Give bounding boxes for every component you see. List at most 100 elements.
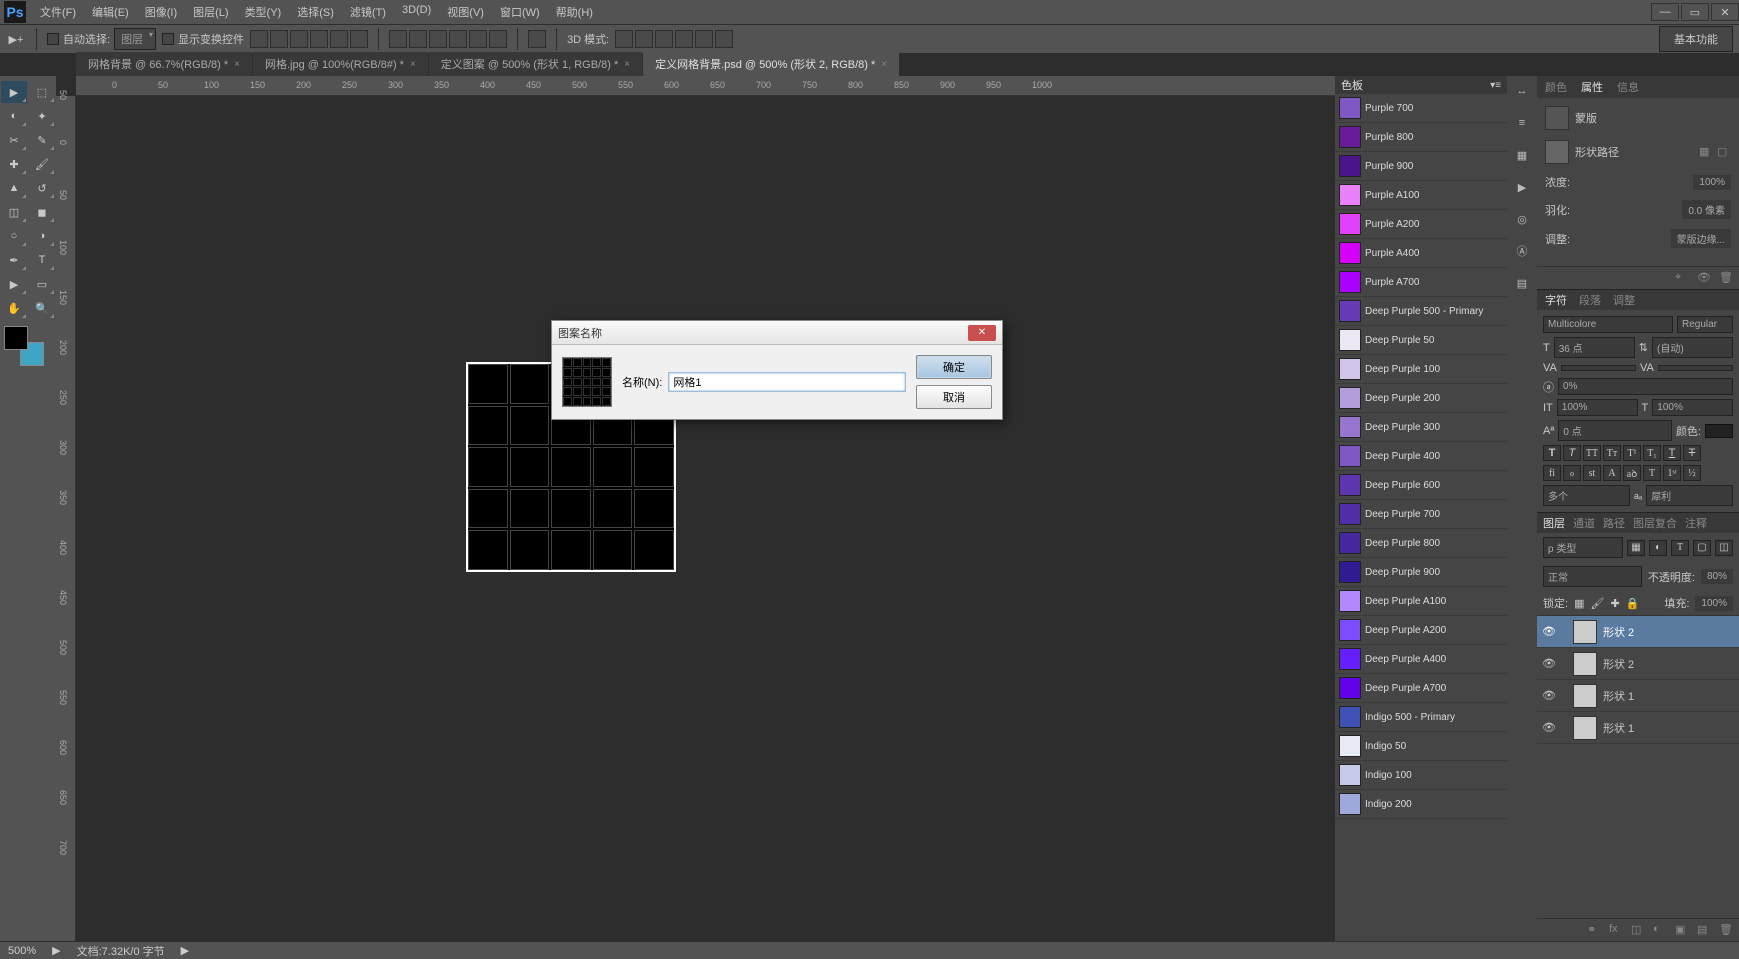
- new-layer-icon[interactable]: ▤: [1697, 923, 1711, 937]
- menu-item[interactable]: 选择(S): [289, 0, 342, 24]
- styles-icon[interactable]: ▦: [1513, 146, 1531, 164]
- align-icon[interactable]: [270, 30, 288, 48]
- close-icon[interactable]: ×: [881, 59, 887, 70]
- kerning[interactable]: [1561, 365, 1636, 371]
- maximize-button[interactable]: ▭: [1681, 3, 1709, 21]
- close-icon[interactable]: ×: [624, 59, 630, 70]
- ot-fi[interactable]: fi: [1543, 465, 1561, 481]
- underline-button[interactable]: T: [1663, 445, 1681, 461]
- zoom-level[interactable]: 500%: [8, 945, 36, 957]
- layer-row[interactable]: 👁形状 2: [1537, 616, 1739, 648]
- distribute-icon[interactable]: [449, 30, 467, 48]
- compass-icon[interactable]: ◎: [1513, 210, 1531, 228]
- artboard-tool[interactable]: ⬚: [29, 81, 55, 103]
- hscale[interactable]: 100%: [1652, 399, 1733, 416]
- text-color[interactable]: [1705, 424, 1733, 438]
- menu-item[interactable]: 图层(L): [185, 0, 236, 24]
- distribute-icon[interactable]: [389, 30, 407, 48]
- current-tool-icon[interactable]: ▶+: [6, 29, 26, 49]
- swatch-list[interactable]: Purple 700Purple 800Purple 900Purple A10…: [1335, 94, 1507, 941]
- swatch-row[interactable]: Purple A400: [1335, 239, 1507, 268]
- 3d-icon[interactable]: [655, 30, 673, 48]
- strike-button[interactable]: T: [1683, 445, 1701, 461]
- foreground-color[interactable]: [4, 326, 28, 350]
- cancel-button[interactable]: 取消: [916, 385, 992, 409]
- swatch-row[interactable]: Purple 800: [1335, 123, 1507, 152]
- ot-1st[interactable]: 1ˢᵗ: [1663, 465, 1681, 481]
- menu-item[interactable]: 视图(V): [439, 0, 492, 24]
- notes-icon[interactable]: ▤: [1513, 274, 1531, 292]
- ot-A[interactable]: A: [1603, 465, 1621, 481]
- channels-tab[interactable]: 通道: [1573, 515, 1595, 531]
- bold-button[interactable]: T: [1543, 445, 1561, 461]
- hand-tool[interactable]: ✋: [1, 297, 27, 319]
- tracking[interactable]: [1658, 365, 1733, 371]
- play-icon[interactable]: ▶: [1513, 178, 1531, 196]
- layers-tab[interactable]: 图层: [1543, 515, 1565, 531]
- history-brush-tool[interactable]: ↺: [29, 177, 55, 199]
- swatch-row[interactable]: Deep Purple A200: [1335, 616, 1507, 645]
- delete-layer-icon[interactable]: 🗑: [1719, 923, 1733, 937]
- subscript-button[interactable]: T₁: [1643, 445, 1661, 461]
- menu-item[interactable]: 图像(I): [137, 0, 185, 24]
- brush-tool[interactable]: 🖌: [29, 153, 55, 175]
- move-tool[interactable]: ▶: [1, 81, 27, 103]
- layer-list[interactable]: 👁形状 2👁形状 2👁形状 1👁形状 1: [1537, 616, 1739, 918]
- swatch-row[interactable]: Indigo 50: [1335, 732, 1507, 761]
- document-tab[interactable]: 网格.jpg @ 100%(RGB/8#) *×: [253, 52, 428, 76]
- menu-item[interactable]: 3D(D): [394, 0, 439, 24]
- baseline[interactable]: 0 点: [1558, 420, 1672, 441]
- lock-pos-icon[interactable]: ✚: [1610, 597, 1619, 610]
- magic-wand-tool[interactable]: ✦: [29, 105, 55, 127]
- eye-icon[interactable]: 👁: [1697, 271, 1711, 285]
- color-picker[interactable]: [4, 326, 44, 366]
- align-icon[interactable]: [330, 30, 348, 48]
- font-family[interactable]: Multicolore: [1543, 316, 1673, 333]
- align-icon[interactable]: [310, 30, 328, 48]
- swatch-row[interactable]: Deep Purple 400: [1335, 442, 1507, 471]
- menu-item[interactable]: 窗口(W): [492, 0, 548, 24]
- swatch-row[interactable]: Deep Purple 800: [1335, 529, 1507, 558]
- close-button[interactable]: ✕: [1711, 3, 1739, 21]
- filter-kind[interactable]: p 类型: [1543, 537, 1623, 558]
- document-tab[interactable]: 定义网格背景.psd @ 500% (形状 2, RGB/8) *×: [643, 52, 899, 76]
- layer-row[interactable]: 👁形状 1: [1537, 712, 1739, 744]
- vscale[interactable]: 100%: [1557, 399, 1638, 416]
- dodge-tool[interactable]: ◑: [29, 225, 55, 247]
- distribute-icon[interactable]: [469, 30, 487, 48]
- color-tab[interactable]: 颜色: [1545, 79, 1567, 95]
- superscript-button[interactable]: T¹: [1623, 445, 1641, 461]
- close-icon[interactable]: ×: [410, 59, 416, 70]
- pixel-mask-icon[interactable]: ▦: [1699, 145, 1713, 159]
- font-weight[interactable]: Regular: [1677, 316, 1733, 333]
- layer-row[interactable]: 👁形状 2: [1537, 648, 1739, 680]
- mask-add-icon[interactable]: ◫: [1631, 923, 1645, 937]
- filter-adjust-icon[interactable]: ◐: [1649, 540, 1667, 556]
- group-icon[interactable]: ▣: [1675, 923, 1689, 937]
- link-icon[interactable]: ⌖: [1675, 271, 1689, 285]
- menu-item[interactable]: 滤镜(T): [342, 0, 394, 24]
- filter-pixel-icon[interactable]: ▦: [1627, 540, 1645, 556]
- blur-tool[interactable]: ○: [1, 225, 27, 247]
- feather-value[interactable]: 0.0 像素: [1682, 200, 1731, 219]
- leading[interactable]: (自动): [1652, 337, 1733, 358]
- swatch-row[interactable]: Purple A700: [1335, 268, 1507, 297]
- document-tab[interactable]: 网格背景 @ 66.7%(RGB/8) *×: [76, 52, 252, 76]
- swatch-row[interactable]: Deep Purple 50: [1335, 326, 1507, 355]
- gradient-tool[interactable]: ◼: [29, 201, 55, 223]
- properties-tab[interactable]: 属性: [1581, 79, 1603, 95]
- filter-shape-icon[interactable]: ▢: [1693, 540, 1711, 556]
- menu-item[interactable]: 文件(F): [32, 0, 84, 24]
- visibility-icon[interactable]: 👁: [1541, 657, 1557, 670]
- visibility-icon[interactable]: 👁: [1541, 625, 1557, 638]
- swatch-row[interactable]: Purple 900: [1335, 152, 1507, 181]
- fx-icon[interactable]: fx: [1609, 923, 1623, 937]
- tracking-val[interactable]: 0%: [1558, 378, 1733, 395]
- swatch-row[interactable]: Deep Purple A700: [1335, 674, 1507, 703]
- swatch-row[interactable]: Deep Purple 300: [1335, 413, 1507, 442]
- swatch-row[interactable]: Deep Purple 500 - Primary: [1335, 297, 1507, 326]
- fill-value[interactable]: 100%: [1695, 596, 1733, 611]
- swatch-row[interactable]: Purple A200: [1335, 210, 1507, 239]
- 3d-icon[interactable]: [675, 30, 693, 48]
- swatch-row[interactable]: Purple A100: [1335, 181, 1507, 210]
